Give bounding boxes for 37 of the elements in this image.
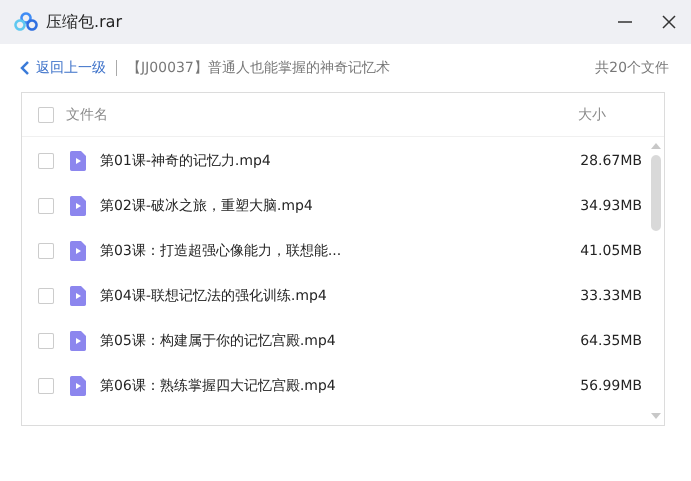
video-file-icon [70, 196, 86, 216]
video-file-icon [70, 376, 86, 396]
file-name[interactable]: 第06课：熟练掌握四大记忆宫殿.mp4 [100, 376, 572, 394]
row-checkbox[interactable] [38, 378, 54, 394]
file-name[interactable]: 第03课：打造超强心像能力，联想能... [100, 242, 572, 260]
file-size: 34.93MB [579, 198, 642, 214]
file-size: 33.33MB [579, 288, 642, 304]
video-file-icon [70, 330, 86, 350]
file-name[interactable]: 第05课：构建属于你的记忆宫殿.mp4 [100, 332, 572, 350]
scroll-down-icon[interactable] [651, 413, 661, 419]
back-link[interactable]: 返回上一级 [36, 59, 106, 77]
folder-path: 【JJ00037】普通人也能掌握的神奇记忆术 [127, 59, 390, 77]
row-checkbox[interactable] [38, 332, 54, 348]
size-column-header: 大小 [578, 106, 607, 124]
row-checkbox[interactable] [38, 198, 54, 214]
file-size: 64.35MB [579, 332, 642, 348]
window-title: 压缩包.rar [46, 12, 122, 32]
back-chevron-icon[interactable] [20, 61, 30, 75]
row-checkbox[interactable] [38, 288, 54, 304]
video-file-icon [70, 150, 86, 170]
select-all-checkbox[interactable] [38, 106, 54, 122]
file-name[interactable]: 第01课-神奇的记忆力.mp4 [100, 152, 572, 170]
row-checkbox[interactable] [38, 242, 54, 258]
close-icon[interactable] [661, 14, 677, 30]
file-size: 28.67MB [579, 152, 642, 168]
row-checkbox[interactable] [38, 152, 54, 168]
file-size: 41.05MB [579, 242, 642, 258]
cloud-logo-icon [14, 12, 38, 32]
video-file-icon [70, 240, 86, 260]
scrollbar-thumb[interactable] [651, 155, 661, 231]
scroll-up-icon[interactable] [651, 143, 661, 149]
file-count: 共20个文件 [595, 59, 669, 77]
file-name[interactable]: 第02课-破冰之旅，重塑大脑.mp4 [100, 196, 572, 214]
video-file-icon [70, 286, 86, 306]
name-column-header: 文件名 [66, 106, 109, 124]
file-name[interactable]: 第04课-联想记忆法的强化训练.mp4 [100, 286, 572, 304]
file-size: 56.99MB [579, 378, 642, 394]
